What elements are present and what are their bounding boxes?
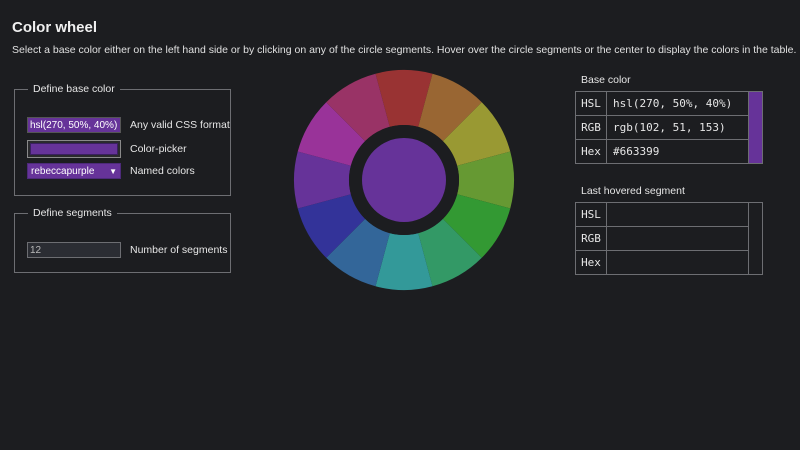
row-value: [606, 202, 749, 227]
css-color-input[interactable]: [27, 117, 121, 133]
row-value: hsl(270, 50%, 40%): [606, 91, 749, 116]
base-color-fieldset: Define base color Any valid CSS format C…: [14, 83, 231, 196]
table-row: RGB: [575, 226, 763, 251]
table-row: HSL hsl(270, 50%, 40%): [575, 91, 763, 164]
segments-label: Number of segments: [130, 244, 228, 256]
wheel-center[interactable]: [362, 138, 446, 222]
row-value: #663399: [606, 139, 749, 164]
base-color-legend: Define base color: [33, 83, 115, 95]
table-row: HSL: [575, 202, 763, 275]
css-color-label: Any valid CSS format: [130, 119, 230, 131]
page-title: Color wheel: [12, 19, 98, 36]
row-value: rgb(102, 51, 153): [606, 115, 749, 140]
intro-text: Select a base color either on the left h…: [12, 44, 797, 56]
row-key: Hex: [575, 139, 607, 164]
table-row: Hex #663399: [575, 139, 763, 164]
named-color-value: rebeccapurple: [31, 165, 95, 177]
hover-table: HSL RGB Hex: [575, 202, 763, 275]
chevron-down-icon: ▼: [109, 166, 117, 176]
hover-color-swatch: [748, 202, 763, 275]
base-color-heading: Base color: [581, 74, 631, 86]
segments-fieldset: Define segments Number of segments: [14, 207, 231, 273]
base-color-table: HSL hsl(270, 50%, 40%) RGB rgb(102, 51, …: [575, 91, 763, 164]
base-color-swatch: [748, 91, 763, 164]
color-picker-label: Color-picker: [130, 143, 187, 155]
row-key: Hex: [575, 250, 607, 275]
named-color-select[interactable]: rebeccapurple ▼: [27, 163, 121, 179]
row-value: [606, 226, 749, 251]
row-key: HSL: [575, 91, 607, 116]
row-key: HSL: [575, 202, 607, 227]
table-row: Hex: [575, 250, 763, 275]
color-picker[interactable]: [27, 140, 121, 158]
segments-legend: Define segments: [33, 207, 112, 219]
row-key: RGB: [575, 115, 607, 140]
named-color-label: Named colors: [130, 165, 195, 177]
table-row: RGB rgb(102, 51, 153): [575, 115, 763, 140]
segments-input[interactable]: [27, 242, 121, 258]
row-key: RGB: [575, 226, 607, 251]
row-value: [606, 250, 749, 275]
color-wheel[interactable]: [293, 69, 515, 291]
hover-heading: Last hovered segment: [581, 185, 685, 197]
color-picker-swatch: [30, 143, 118, 155]
